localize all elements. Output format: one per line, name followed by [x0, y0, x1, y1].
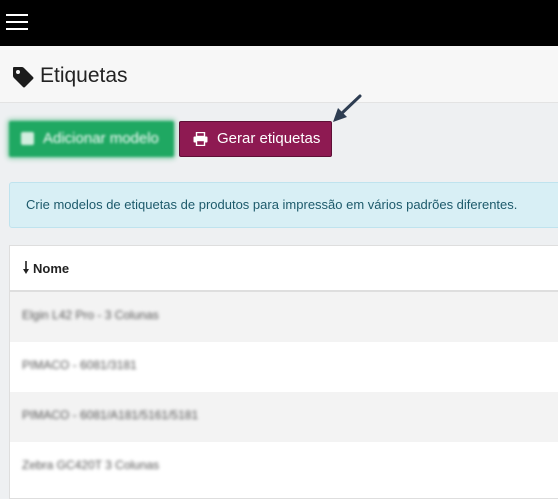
sort-arrow-icon: [23, 261, 29, 274]
table-cell-name: Elgin L42 Pro - 3 Colunas: [22, 308, 159, 322]
hamburger-icon[interactable]: [6, 14, 28, 32]
page-title: Etiquetas: [40, 64, 128, 87]
table-cell-name: PIMACO - 6081/A181/5161/5181: [22, 408, 199, 422]
arrow-annotation-icon: [333, 94, 362, 122]
printer-icon: [193, 132, 208, 146]
column-header-label: Nome: [33, 261, 70, 276]
add-model-button[interactable]: Adicionar modelo: [9, 121, 174, 157]
generate-labels-label: Gerar etiquetas: [217, 130, 321, 147]
table-row[interactable]: PIMACO - 6081/A181/5161/5181: [10, 392, 558, 442]
table-cell-name: PIMACO - 6081/3181: [22, 358, 137, 372]
top-navbar: [0, 0, 558, 46]
plus-icon: [21, 132, 34, 145]
generate-labels-button[interactable]: Gerar etiquetas: [179, 121, 332, 157]
info-message: Crie modelos de etiquetas de produtos pa…: [26, 197, 518, 212]
models-table: Nome Elgin L42 Pro - 3 Colunas PIMACO - …: [9, 245, 558, 499]
table-cell-name: Zebra GC420T 3 Colunas: [22, 458, 160, 472]
table-header-name[interactable]: Nome: [10, 246, 558, 292]
table-row[interactable]: Elgin L42 Pro - 3 Colunas: [10, 292, 558, 342]
table-row[interactable]: Zebra GC420T 3 Colunas: [10, 442, 558, 492]
tag-icon: [13, 67, 34, 88]
info-alert: Crie modelos de etiquetas de produtos pa…: [9, 182, 558, 228]
add-model-label: Adicionar modelo: [43, 130, 159, 147]
table-row[interactable]: PIMACO - 6081/3181: [10, 342, 558, 392]
